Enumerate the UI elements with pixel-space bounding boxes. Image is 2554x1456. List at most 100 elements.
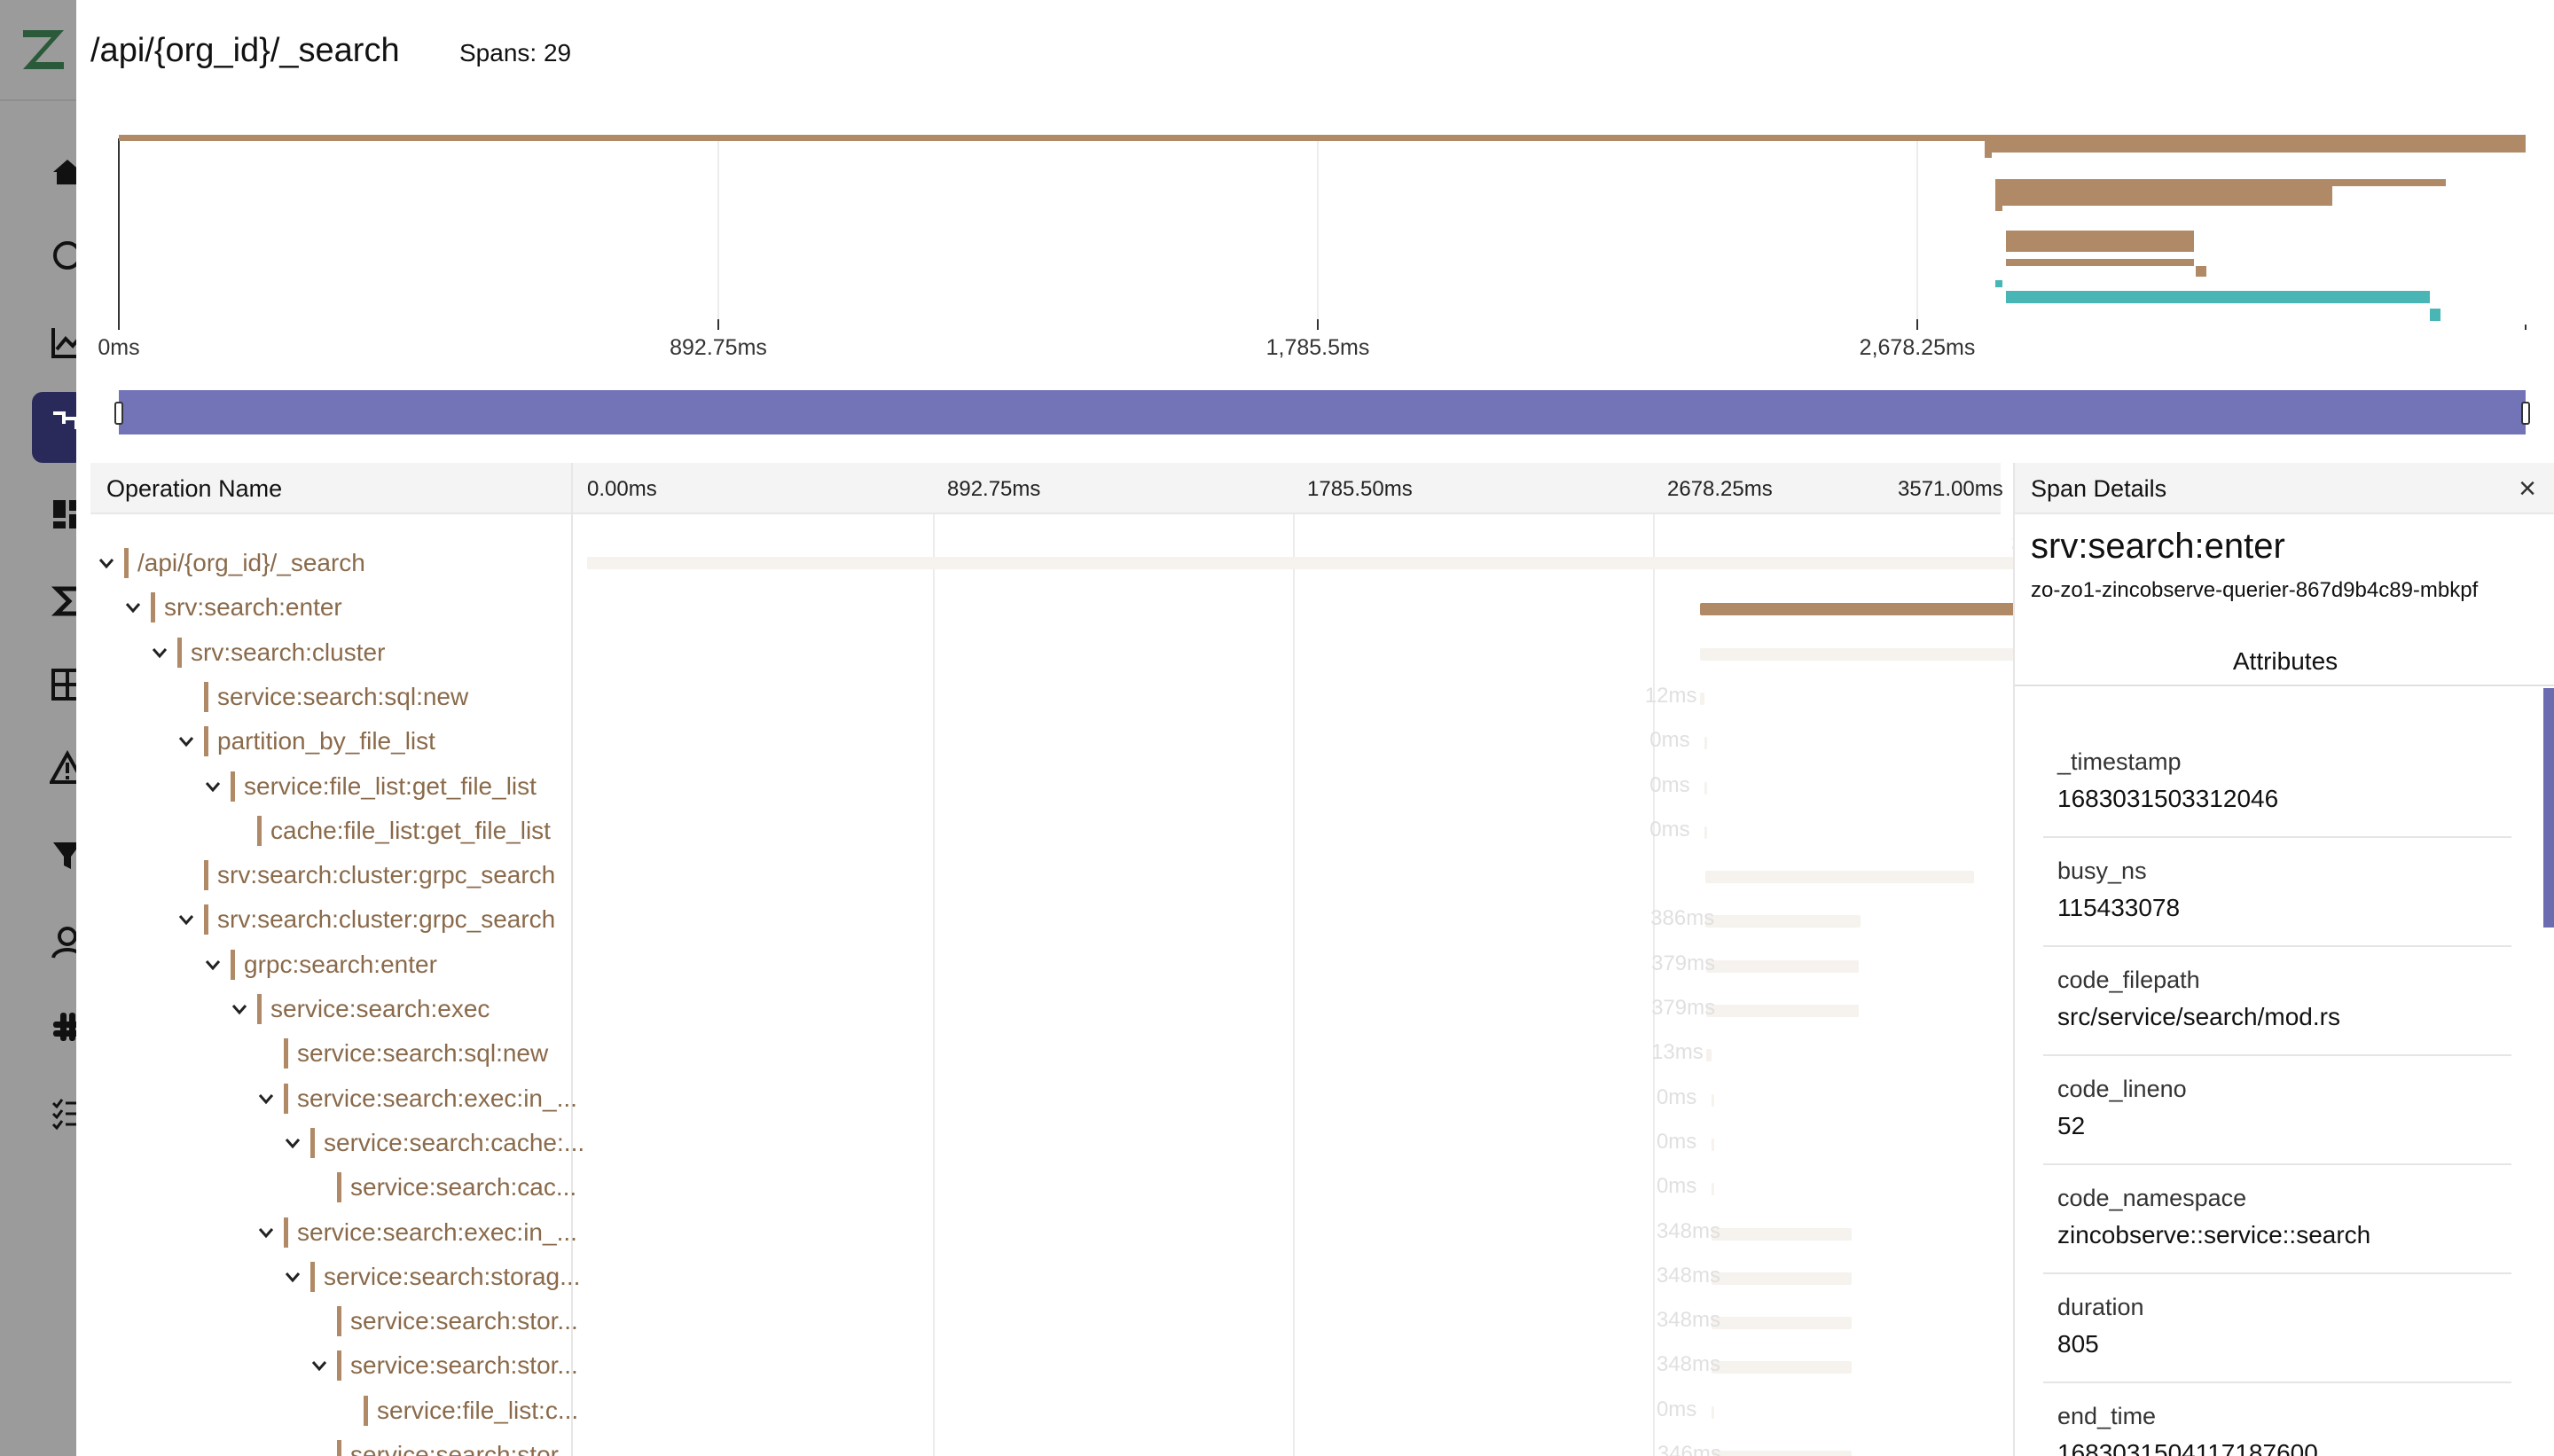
span-row-name[interactable]: grpc:search:enter (204, 949, 437, 980)
span-duration-bar[interactable] (1699, 692, 1705, 705)
chevron-down-icon[interactable] (310, 1357, 328, 1374)
span-duration-bar[interactable] (1705, 871, 1975, 884)
span-row-name[interactable]: service:search:cache:... (284, 1127, 584, 1158)
span-row-name[interactable]: srv:search:enter (124, 592, 342, 623)
span-duration-bar[interactable] (1706, 1049, 1712, 1062)
timeline-tick-label: 1785.50ms (1307, 477, 1413, 501)
span-row-label: service:search:exec:in_... (297, 1217, 577, 1246)
attributes-scrollbar[interactable] (2543, 688, 2554, 928)
tab-attributes[interactable]: Attributes (2015, 637, 2554, 686)
attribute-item: busy_ns 115433078 (2043, 838, 2511, 947)
chevron-down-icon[interactable] (151, 644, 168, 661)
span-row-label: service:search:exec:in_... (297, 1084, 577, 1112)
trace-overview-chart[interactable]: 0ms 892.75ms 1,785.5ms 2,678.25ms (76, 115, 2554, 443)
close-icon[interactable]: × (2519, 472, 2536, 506)
span-duration-bar[interactable] (1699, 647, 2024, 661)
span-row-name[interactable]: service:search:stor... (310, 1350, 578, 1382)
span-row-name[interactable]: service:search:exec:in_... (257, 1083, 577, 1114)
span-row[interactable]: service:search:exec:in_... 0ms (90, 1076, 2001, 1121)
span-row-name[interactable]: service:search:storag... (284, 1261, 580, 1292)
span-duration-bar[interactable] (1711, 1227, 1852, 1241)
span-duration-label: 0ms (1649, 728, 1690, 753)
span-row[interactable]: srv:search:cluster:grpc_search 386ms (90, 897, 2001, 942)
span-row[interactable]: service:search:exec 379ms (90, 987, 2001, 1031)
span-row[interactable]: grpc:search:enter 379ms (90, 943, 2001, 987)
chevron-down-icon[interactable] (284, 1268, 302, 1286)
span-duration-label: 0ms (1656, 1129, 1697, 1154)
span-row[interactable]: service:search:stor... 348ms (90, 1299, 2001, 1343)
span-row[interactable]: service:search:stor... 346ms (90, 1433, 2001, 1456)
span-duration-bar[interactable] (1704, 737, 1708, 750)
span-duration-bar[interactable] (587, 557, 2024, 569)
span-row[interactable]: /api/{org_id}/_search3571ms (90, 532, 2087, 585)
span-color-marker (151, 592, 155, 623)
span-duration-label: 346ms (1657, 1442, 1721, 1456)
chevron-down-icon[interactable] (204, 956, 222, 974)
span-row-name[interactable]: partition_by_file_list (177, 726, 435, 757)
span-row[interactable]: service:search:cac... 0ms (90, 1165, 2001, 1209)
span-row[interactable]: service:search:storag... 348ms (90, 1255, 2001, 1299)
span-row-name[interactable]: service:search:exec:in_... (257, 1217, 577, 1248)
span-duration-bar[interactable] (1711, 1093, 1714, 1107)
span-row[interactable]: srv:search:cluster805ms (90, 630, 2256, 675)
chevron-down-icon[interactable] (124, 599, 142, 616)
span-row-name[interactable]: service:search:exec (231, 994, 490, 1024)
chevron-down-icon[interactable] (257, 1224, 275, 1241)
span-row[interactable]: srv:search:cluster:grpc_search668ms (90, 844, 2221, 897)
span-duration-label: 386ms (1650, 906, 1715, 931)
span-row-name[interactable]: cache:file_list:get_file_list (231, 815, 551, 846)
span-duration-bar[interactable] (1704, 826, 1708, 839)
span-row[interactable]: service:search:cache:... 0ms (90, 1121, 2001, 1165)
span-duration-bar[interactable] (1706, 1005, 1859, 1017)
span-row-name[interactable]: service:search:cac... (310, 1172, 576, 1203)
span-duration-bar[interactable] (1711, 1317, 1852, 1330)
span-row-name[interactable]: srv:search:cluster:grpc_search (177, 904, 555, 935)
span-row[interactable]: service:search:sql:new 13ms (90, 1031, 2001, 1076)
span-duration-bar[interactable] (1699, 603, 2024, 616)
span-row[interactable]: partition_by_file_list 0ms (90, 719, 2001, 763)
span-duration-bar[interactable] (1705, 915, 1861, 928)
span-row-name[interactable]: srv:search:cluster:grpc_search (177, 860, 555, 891)
chevron-down-icon[interactable] (284, 1134, 302, 1152)
span-duration-bar[interactable] (1711, 1405, 1714, 1419)
chevron-down-icon[interactable] (257, 1090, 275, 1108)
chevron-down-icon[interactable] (98, 554, 115, 572)
span-row[interactable]: service:file_list:get_file_list 0ms (90, 764, 2001, 809)
span-row-label: /api/{org_id}/_search (137, 549, 365, 576)
span-row-name[interactable]: service:search:sql:new (177, 681, 469, 712)
span-duration-bar[interactable] (1711, 1361, 1852, 1374)
span-duration-label: 348ms (1656, 1218, 1720, 1243)
span-row-name[interactable]: service:search:sql:new (257, 1038, 548, 1069)
span-row-name[interactable]: srv:search:cluster (151, 637, 385, 668)
span-row-label: service:search:stor... (350, 1441, 578, 1456)
chevron-down-icon[interactable] (204, 778, 222, 795)
span-row-label: service:search:sql:new (217, 682, 469, 710)
span-row-label: srv:search:cluster:grpc_search (217, 905, 556, 934)
span-duration-bar[interactable] (1711, 1272, 1852, 1285)
span-duration-bar[interactable] (1704, 781, 1708, 795)
span-row[interactable]: service:file_list:c... 0ms (90, 1389, 2001, 1433)
span-duration-bar[interactable] (1712, 1451, 1852, 1456)
span-row-name[interactable]: service:search:stor... (310, 1440, 578, 1456)
span-row-label: service:search:stor... (350, 1307, 578, 1335)
chevron-down-icon[interactable] (177, 732, 195, 750)
chevron-down-icon[interactable] (177, 911, 195, 928)
span-row-name[interactable]: service:file_list:get_file_list (204, 771, 537, 802)
span-row-label: partition_by_file_list (217, 727, 435, 755)
span-row[interactable]: cache:file_list:get_file_list 0ms (90, 809, 2001, 853)
span-row-name[interactable]: service:search:stor... (310, 1306, 578, 1337)
span-duration-label: 12ms (1644, 683, 1697, 708)
span-duration-bar[interactable] (1711, 1183, 1714, 1196)
span-row[interactable]: srv:search:enter805ms (90, 576, 2256, 630)
span-row[interactable]: service:search:sql:new 12ms (90, 675, 2001, 719)
span-row-name[interactable]: service:file_list:c... (337, 1395, 578, 1426)
attribute-item: code_lineno 52 (2043, 1056, 2511, 1165)
chevron-down-icon[interactable] (231, 1000, 248, 1018)
span-row[interactable]: service:search:exec:in_... 348ms (90, 1210, 2001, 1255)
overview-grpc-bars (1995, 280, 2440, 321)
span-duration-label: 0ms (1656, 1084, 1697, 1109)
span-row[interactable]: service:search:stor... 348ms (90, 1343, 2001, 1388)
span-duration-bar[interactable] (1711, 1138, 1714, 1151)
span-duration-bar[interactable] (1706, 959, 1859, 973)
span-row-name[interactable]: /api/{org_id}/_search (98, 548, 365, 578)
